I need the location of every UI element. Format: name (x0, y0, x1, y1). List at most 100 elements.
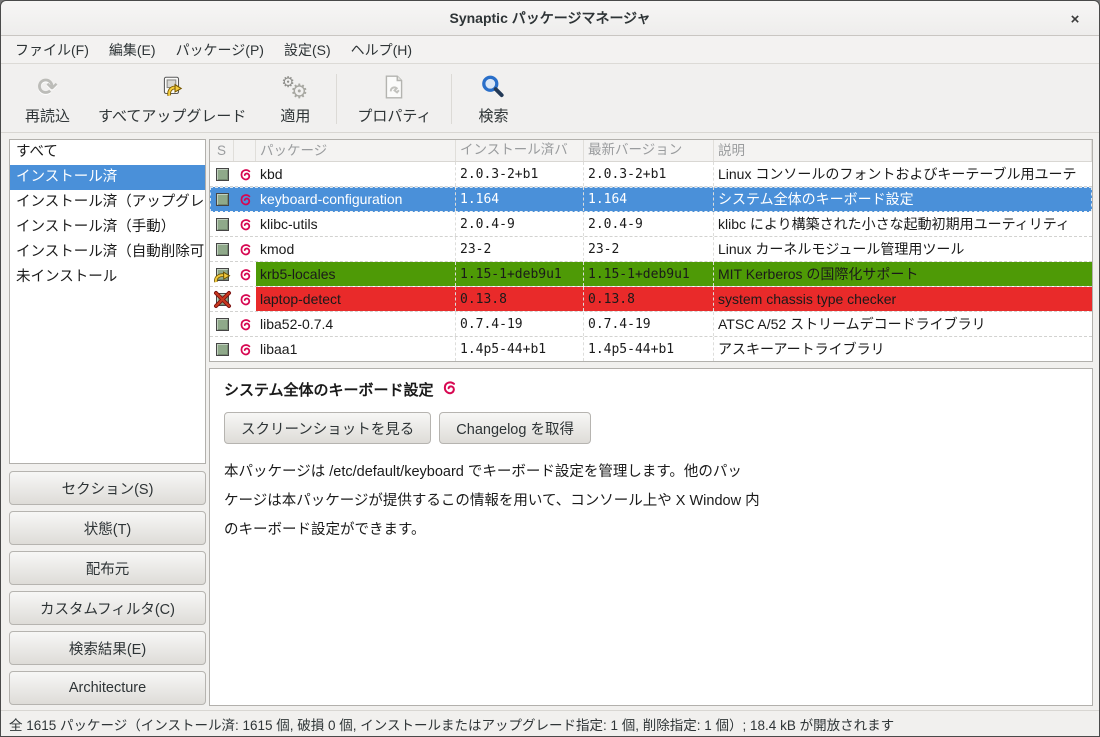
package-name: krb5-locales (256, 262, 456, 286)
sections-button[interactable]: セクション(S) (9, 471, 206, 505)
column-header-installed-version[interactable]: インストール済バ (456, 140, 584, 161)
table-row-selected[interactable]: keyboard-configuration 1.164 1.164 システム全… (210, 187, 1092, 212)
installed-checkbox-icon (216, 318, 229, 331)
table-header: S パッケージ インストール済バ 最新バージョン 説明 (210, 140, 1092, 162)
column-header-package[interactable]: パッケージ (256, 140, 456, 161)
description-line: ケージは本パッケージが提供するこの情報を用いて、コンソール上や X Window… (224, 487, 1078, 516)
filter-item-installed-upgradable[interactable]: インストール済（アップグレ (10, 190, 205, 215)
upgrade-marked-checkbox-icon (216, 268, 229, 281)
filter-list: すべて インストール済 インストール済（アップグレ インストール済（手動） イン… (9, 139, 206, 464)
view-screenshot-button[interactable]: スクリーンショットを見る (224, 412, 431, 444)
table-row[interactable]: liba52-0.7.4 0.7.4-19 0.7.4-19 ATSC A/52… (210, 312, 1092, 337)
upgrade-all-icon (159, 72, 185, 102)
installed-version: 0.13.8 (456, 287, 584, 311)
filter-item-not-installed[interactable]: 未インストール (10, 265, 205, 290)
toolbar: ⟳ 再読込 すべてアップグレード ⚙⚙ 適用 (1, 64, 1099, 133)
close-button[interactable]: × (1063, 7, 1087, 31)
status-button[interactable]: 状態(T) (9, 511, 206, 545)
menu-help[interactable]: ヘルプ(H) (341, 36, 422, 64)
menu-settings[interactable]: 設定(S) (274, 36, 341, 64)
search-label: 検索 (478, 105, 508, 126)
package-table: S パッケージ インストール済バ 最新バージョン 説明 kbd 2.0.3-2+… (209, 139, 1093, 362)
package-name: kbd (256, 162, 456, 186)
debian-swirl-icon (234, 312, 256, 336)
toolbar-separator (336, 74, 337, 124)
search-button[interactable]: 検索 (458, 70, 528, 128)
properties-button[interactable]: プロパティ (343, 70, 445, 128)
table-row[interactable]: libaa1 1.4p5-44+b1 1.4p5-44+b1 アスキーアートライ… (210, 337, 1092, 362)
installed-checkbox-icon (216, 343, 229, 356)
installed-checkbox-icon (216, 243, 229, 256)
debian-swirl-icon (234, 212, 256, 236)
latest-version: 23-2 (584, 237, 714, 261)
latest-version: 1.164 (584, 187, 714, 211)
menu-package[interactable]: パッケージ(P) (166, 36, 274, 64)
filter-item-installed[interactable]: インストール済 (10, 165, 205, 190)
menu-edit[interactable]: 編集(E) (99, 36, 166, 64)
table-row[interactable]: klibc-utils 2.0.4-9 2.0.4-9 klibc により構築さ… (210, 212, 1092, 237)
filter-item-installed-manual[interactable]: インストール済（手動） (10, 215, 205, 240)
properties-label: プロパティ (357, 105, 431, 126)
removal-marked-checkbox-icon (216, 293, 229, 306)
column-header-latest-version[interactable]: 最新バージョン (584, 140, 714, 161)
table-row[interactable]: kmod 23-2 23-2 Linux カーネルモジュール管理用ツール (210, 237, 1092, 262)
details-description: 本パッケージは /etc/default/keyboard でキーボード設定を管… (224, 458, 1078, 545)
installed-checkbox-icon (216, 193, 229, 206)
latest-version: 2.0.4-9 (584, 212, 714, 236)
package-description: klibc により構築された小さな起動初期用ユーティリティ (714, 212, 1092, 236)
apply-label: 適用 (280, 105, 310, 126)
architecture-button[interactable]: Architecture (9, 671, 206, 705)
toolbar-separator (451, 74, 452, 124)
properties-icon (382, 72, 406, 102)
table-row-marked-removal[interactable]: laptop-detect 0.13.8 0.13.8 system chass… (210, 287, 1092, 312)
debian-swirl-icon (442, 380, 457, 400)
column-header-icon[interactable] (234, 140, 256, 161)
package-details-pane: システム全体のキーボード設定 スクリーンショットを見る Changelog を取… (209, 368, 1093, 706)
search-results-button[interactable]: 検索結果(E) (9, 631, 206, 665)
table-row-marked-upgrade[interactable]: krb5-locales 1.15-1+deb9u1 1.15-1+deb9u1… (210, 262, 1092, 287)
upgrade-all-button[interactable]: すべてアップグレード (84, 70, 260, 128)
window-title: Synaptic パッケージマネージャ (450, 8, 651, 28)
apply-gears-icon: ⚙⚙ (281, 72, 309, 102)
upgrade-all-label: すべてアップグレード (98, 105, 246, 126)
latest-version: 0.13.8 (584, 287, 714, 311)
installed-checkbox-icon (216, 218, 229, 231)
latest-version: 1.4p5-44+b1 (584, 337, 714, 361)
installed-version: 1.4p5-44+b1 (456, 337, 584, 361)
get-changelog-button[interactable]: Changelog を取得 (439, 412, 591, 444)
filter-item-installed-autoremovable[interactable]: インストール済（自動削除可 (10, 240, 205, 265)
installed-version: 2.0.4-9 (456, 212, 584, 236)
latest-version: 1.15-1+deb9u1 (584, 262, 714, 286)
description-line: 本パッケージは /etc/default/keyboard でキーボード設定を管… (224, 458, 1078, 487)
package-description: Linux カーネルモジュール管理用ツール (714, 237, 1092, 261)
statusbar: 全 1615 パッケージ（インストール済: 1615 個, 破損 0 個, イン… (1, 710, 1099, 736)
sidebar: すべて インストール済 インストール済（アップグレ インストール済（手動） イン… (9, 139, 206, 706)
package-description: system chassis type checker (714, 287, 1092, 311)
main-content: すべて インストール済 インストール済（アップグレ インストール済（手動） イン… (1, 133, 1099, 710)
debian-swirl-icon (234, 287, 256, 311)
debian-swirl-icon (234, 187, 256, 211)
latest-version: 0.7.4-19 (584, 312, 714, 336)
column-header-status[interactable]: S (210, 140, 234, 161)
installed-version: 2.0.3-2+b1 (456, 162, 584, 186)
menu-file[interactable]: ファイル(F) (5, 36, 99, 64)
description-line: のキーボード設定ができます。 (224, 516, 1078, 545)
reload-icon: ⟳ (37, 72, 57, 102)
package-panel: S パッケージ インストール済バ 最新バージョン 説明 kbd 2.0.3-2+… (209, 139, 1093, 706)
package-name: liba52-0.7.4 (256, 312, 456, 336)
reload-label: 再読込 (25, 105, 70, 126)
table-row[interactable]: kbd 2.0.3-2+b1 2.0.3-2+b1 Linux コンソールのフォ… (210, 162, 1092, 187)
package-name: keyboard-configuration (256, 187, 456, 211)
apply-button[interactable]: ⚙⚙ 適用 (260, 70, 330, 128)
debian-swirl-icon (234, 237, 256, 261)
custom-filters-button[interactable]: カスタムフィルタ(C) (9, 591, 206, 625)
package-description: MIT Kerberos の国際化サポート (714, 262, 1092, 286)
installed-checkbox-icon (216, 168, 229, 181)
reload-button[interactable]: ⟳ 再読込 (11, 70, 84, 128)
search-icon (480, 72, 506, 102)
menubar: ファイル(F) 編集(E) パッケージ(P) 設定(S) ヘルプ(H) (1, 36, 1099, 64)
filter-item-all[interactable]: すべて (10, 140, 205, 165)
origin-button[interactable]: 配布元 (9, 551, 206, 585)
details-title: システム全体のキーボード設定 (224, 379, 434, 400)
column-header-description[interactable]: 説明 (714, 140, 1092, 161)
